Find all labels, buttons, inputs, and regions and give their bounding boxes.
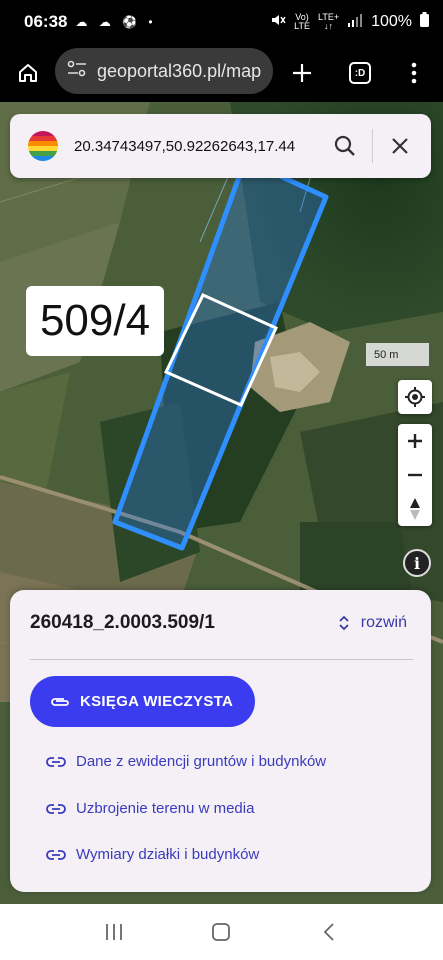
plus-icon	[408, 434, 422, 448]
status-bar: 06:38 ☁ ☁ ⚽ • Vo) LTE LTE+ ↓↑ 100%	[0, 0, 443, 44]
land-records-label: Dane z ewidencji gruntów i budynków	[76, 753, 327, 770]
status-time: 06:38	[24, 12, 68, 31]
volte-indicator: Vo) LTE	[294, 12, 310, 31]
mute-icon	[270, 12, 286, 33]
land-records-link[interactable]: Dane z ewidencji gruntów i budynków	[46, 753, 326, 770]
tab-switcher-button[interactable]: :D	[342, 55, 378, 91]
gps-icon	[405, 387, 425, 407]
search-bar: 20.34743497,50.92262643,17.44	[10, 114, 431, 178]
notification-icons: ☁ ☁ ⚽ •	[75, 15, 157, 29]
scale-bar: 50 m	[365, 343, 430, 367]
locate-control	[398, 380, 432, 414]
parcel-info-panel: 260418_2.0003.509/1 rozwiń KSIĘGA WIECZY…	[10, 590, 431, 892]
paperclip-icon	[51, 697, 69, 706]
land-register-label: KSIĘGA WIECZYSTA	[80, 693, 234, 710]
utilities-link[interactable]: Uzbrojenie terenu w media	[46, 800, 254, 817]
battery-level: 100%	[371, 13, 412, 30]
link-icon	[46, 803, 66, 814]
battery-icon	[420, 12, 429, 32]
zoom-in-button[interactable]	[398, 424, 432, 458]
browser-toolbar: geoportal360.pl/map :D	[0, 44, 443, 102]
recent-apps-button[interactable]	[94, 912, 134, 952]
browser-menu-button[interactable]	[396, 55, 432, 91]
url-text: geoportal360.pl/map	[97, 60, 262, 81]
search-icon	[334, 135, 355, 156]
search-button[interactable]	[330, 131, 360, 161]
panel-divider	[30, 659, 413, 660]
minus-icon	[408, 473, 422, 477]
more-vert-icon	[411, 62, 417, 84]
zoom-controls	[398, 424, 432, 526]
search-divider	[372, 129, 373, 163]
tab-count: :D	[349, 62, 371, 84]
home-nav-button[interactable]	[201, 912, 241, 952]
clear-search-button[interactable]	[385, 131, 415, 161]
info-button[interactable]: i	[403, 549, 431, 577]
dimensions-link[interactable]: Wymiary działki i budynków	[46, 846, 259, 863]
land-register-button[interactable]: KSIĘGA WIECZYSTA	[30, 676, 255, 727]
link-icon	[46, 756, 66, 767]
plus-icon	[293, 64, 311, 82]
new-tab-button[interactable]	[284, 55, 320, 91]
address-bar[interactable]: geoportal360.pl/map	[55, 48, 273, 94]
expand-button[interactable]: rozwiń	[339, 614, 407, 632]
compass-button[interactable]	[398, 492, 432, 526]
home-square-icon	[212, 923, 231, 941]
lte-indicator: LTE+ ↓↑	[317, 12, 340, 31]
site-settings-icon[interactable]	[67, 60, 87, 83]
link-icon	[46, 849, 66, 860]
locate-button[interactable]	[398, 380, 432, 414]
parcel-id: 260418_2.0003.509/1	[30, 612, 215, 633]
home-button[interactable]	[10, 55, 46, 91]
back-button[interactable]	[309, 912, 349, 952]
back-icon	[323, 923, 334, 941]
home-icon	[19, 64, 37, 82]
close-icon	[392, 138, 408, 154]
system-nav-bar	[0, 904, 443, 960]
unfold-icon	[339, 615, 349, 631]
recents-icon	[105, 924, 122, 940]
dimensions-label: Wymiary działki i budynków	[76, 846, 260, 863]
signal-icon	[347, 13, 363, 32]
utilities-label: Uzbrojenie terenu w media	[76, 800, 255, 817]
zoom-out-button[interactable]	[398, 458, 432, 492]
expand-label: rozwiń	[360, 614, 407, 631]
parcel-number-label: 509/4	[26, 286, 164, 356]
geoportal-logo	[28, 131, 58, 161]
compass-icon	[410, 498, 420, 520]
search-input[interactable]: 20.34743497,50.92262643,17.44	[74, 138, 330, 155]
